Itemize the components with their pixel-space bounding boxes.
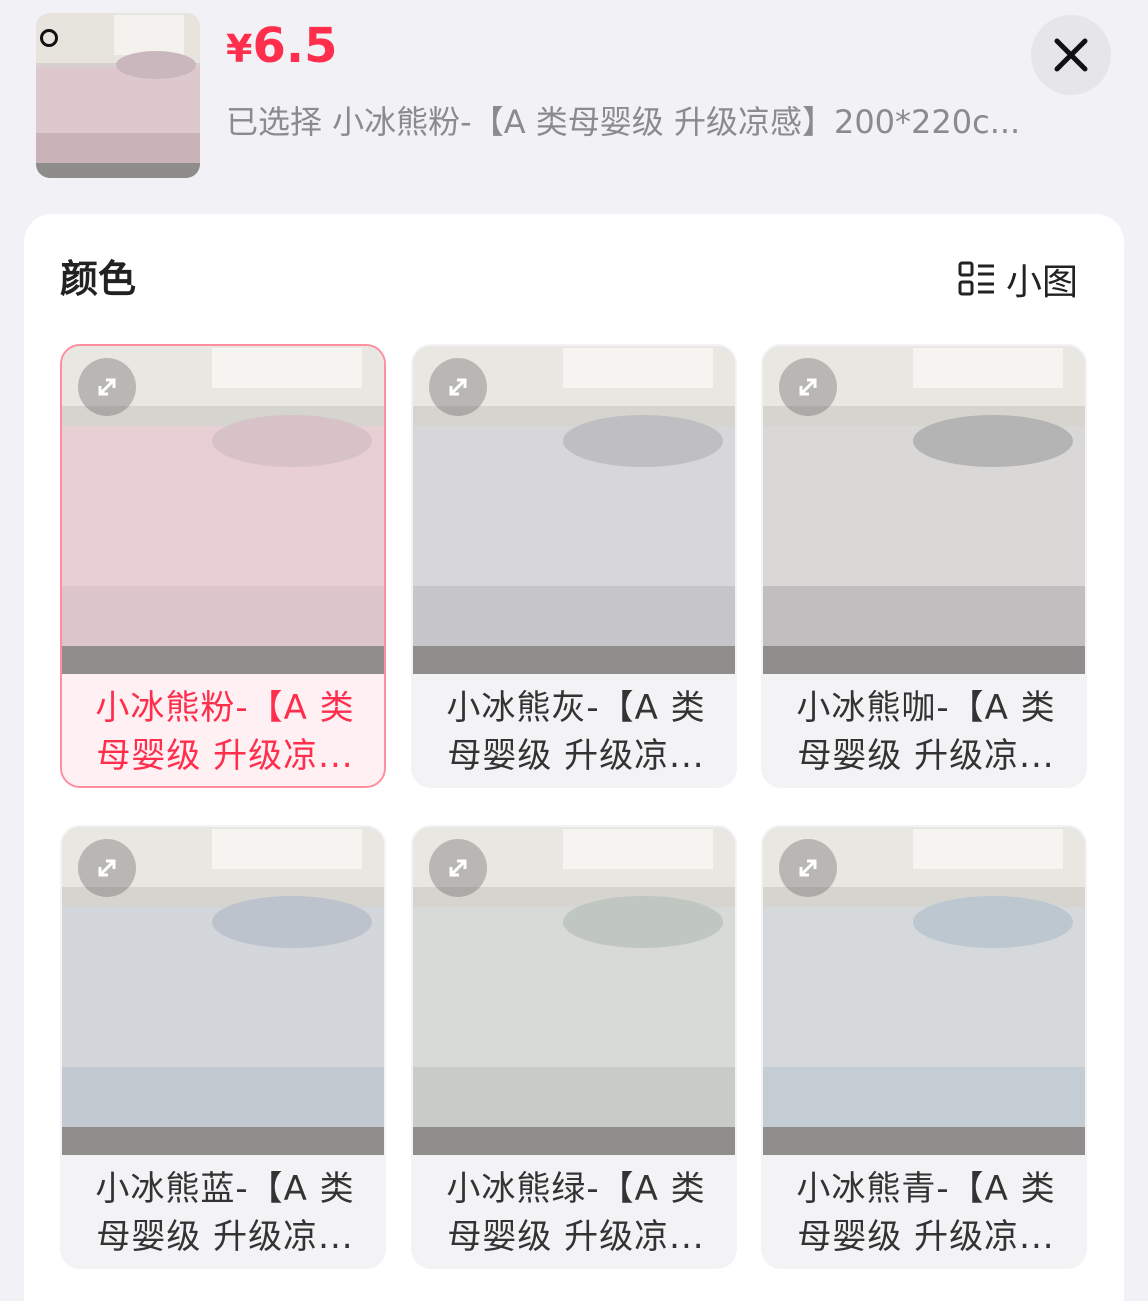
zoom-icon[interactable]	[78, 839, 136, 897]
close-icon	[1054, 38, 1088, 72]
color-option-card[interactable]: 小冰熊咖-【A 类母婴级 升级凉...	[761, 344, 1087, 788]
option-label: 小冰熊粉-【A 类母婴级 升级凉...	[95, 688, 355, 776]
product-thumbnail[interactable]	[36, 13, 200, 178]
option-label: 小冰熊青-【A 类母婴级 升级凉...	[796, 1169, 1056, 1257]
sku-header: ¥6.5 已选择 小冰熊粉-【A 类母婴级 升级凉感】200*220c...	[0, 0, 1148, 200]
zoom-icon[interactable]	[78, 358, 136, 416]
list-view-icon	[958, 261, 994, 296]
view-toggle[interactable]: 小图	[958, 254, 1078, 304]
zoom-icon[interactable]	[429, 358, 487, 416]
zoom-icon[interactable]	[779, 839, 837, 897]
option-label: 小冰熊咖-【A 类母婴级 升级凉...	[796, 688, 1056, 776]
close-button[interactable]	[1031, 15, 1111, 95]
zoom-icon	[40, 29, 58, 47]
selected-summary: 已选择 小冰熊粉-【A 类母婴级 升级凉感】200*220c...	[226, 103, 1021, 141]
section-title: 颜色	[60, 257, 137, 301]
color-option-card[interactable]: 小冰熊粉-【A 类母婴级 升级凉...	[60, 344, 386, 788]
zoom-icon[interactable]	[429, 839, 487, 897]
price-symbol: ¥	[226, 27, 253, 71]
option-label: 小冰熊灰-【A 类母婴级 升级凉...	[446, 688, 706, 776]
price-value: 6.5	[252, 18, 338, 74]
color-option-card[interactable]: 小冰熊蓝-【A 类母婴级 升级凉...	[60, 825, 386, 1269]
zoom-icon[interactable]	[779, 358, 837, 416]
color-option-card[interactable]: 小冰熊绿-【A 类母婴级 升级凉...	[411, 825, 737, 1269]
option-label: 小冰熊绿-【A 类母婴级 升级凉...	[446, 1169, 706, 1257]
price: ¥6.5	[226, 16, 337, 79]
view-toggle-label: 小图	[1006, 262, 1079, 303]
color-panel: 颜色 小图 小冰熊粉-【A 类母婴级 升级凉... 小冰熊灰-【A 类母婴级 升级…	[24, 214, 1124, 1301]
option-label: 小冰熊蓝-【A 类母婴级 升级凉...	[95, 1169, 355, 1257]
color-option-card[interactable]: 小冰熊灰-【A 类母婴级 升级凉...	[411, 344, 737, 788]
color-option-card[interactable]: 小冰熊青-【A 类母婴级 升级凉...	[761, 825, 1087, 1269]
